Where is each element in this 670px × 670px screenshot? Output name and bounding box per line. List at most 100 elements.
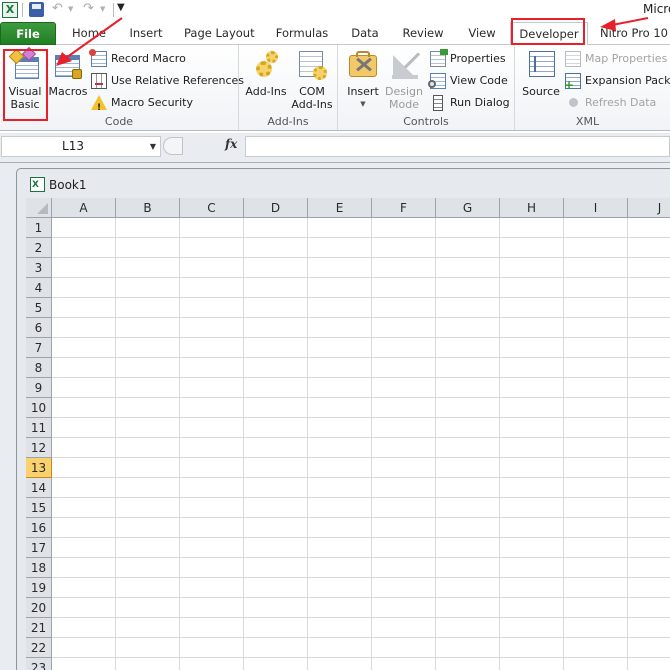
column-header-a[interactable]: A xyxy=(52,198,116,218)
row-header-12[interactable]: 12 xyxy=(26,438,52,458)
map-properties-button[interactable]: Map Properties xyxy=(565,49,667,69)
column-header-f[interactable]: F xyxy=(372,198,436,218)
ribbon-panel: Visual Basic Macros Record Macro Use Rel… xyxy=(0,45,670,131)
tab-view[interactable]: View xyxy=(465,22,499,45)
tab-nitro-pro[interactable]: Nitro Pro 10 xyxy=(598,22,670,45)
redo-icon[interactable]: ↷ xyxy=(83,1,94,16)
use-relative-references-button[interactable]: Use Relative References xyxy=(91,71,244,91)
design-mode-icon xyxy=(388,49,421,81)
expansion-packs-button[interactable]: + Expansion Packs xyxy=(564,71,670,91)
group-add-ins: Add-Ins COM Add-Ins Add-Ins xyxy=(239,45,338,130)
macro-security-button[interactable]: ! Macro Security xyxy=(91,93,193,113)
redo-dropdown-icon[interactable]: ▼ xyxy=(100,5,105,13)
gridline xyxy=(52,637,670,638)
select-all-button[interactable] xyxy=(26,198,52,218)
tab-insert[interactable]: Insert xyxy=(126,22,166,45)
row-header-3[interactable]: 3 xyxy=(26,258,52,278)
gridline xyxy=(52,437,670,438)
properties-icon xyxy=(430,49,448,67)
design-mode-button[interactable]: Design Mode xyxy=(384,49,424,111)
insert-control-button[interactable]: Insert ▼ xyxy=(344,49,382,111)
gridline xyxy=(243,218,244,670)
visual-basic-button[interactable]: Visual Basic xyxy=(4,46,46,111)
row-header-17[interactable]: 17 xyxy=(26,538,52,558)
excel-logo-icon[interactable]: X xyxy=(2,2,18,18)
column-header-h[interactable]: H xyxy=(500,198,564,218)
row-header-4[interactable]: 4 xyxy=(26,278,52,298)
formula-input[interactable] xyxy=(245,136,670,157)
row-header-2[interactable]: 2 xyxy=(26,238,52,258)
column-header-i[interactable]: I xyxy=(564,198,628,218)
record-macro-icon xyxy=(89,49,107,67)
tab-page-layout[interactable]: Page Layout xyxy=(184,22,255,45)
row-header-5[interactable]: 5 xyxy=(26,298,52,318)
row-header-7[interactable]: 7 xyxy=(26,338,52,358)
expand-handle[interactable] xyxy=(163,137,183,155)
row-header-23[interactable]: 23 xyxy=(26,658,52,670)
refresh-data-button[interactable]: Refresh Data xyxy=(565,93,656,113)
column-header-d[interactable]: D xyxy=(244,198,308,218)
window-title: Micro xyxy=(643,2,670,16)
tab-data[interactable]: Data xyxy=(348,22,382,45)
gridline xyxy=(52,537,670,538)
row-header-1[interactable]: 1 xyxy=(26,218,52,238)
insert-dropdown-icon: ▼ xyxy=(360,100,366,108)
gridline xyxy=(52,657,670,658)
insert-function-icon[interactable]: fx xyxy=(225,137,237,151)
gridline xyxy=(52,237,670,238)
gridline xyxy=(499,218,500,670)
group-label-xml: XML xyxy=(575,115,600,128)
group-code: Visual Basic Macros Record Macro Use Rel… xyxy=(0,45,244,130)
column-header-b[interactable]: B xyxy=(116,198,180,218)
tab-home[interactable]: Home xyxy=(70,22,108,45)
row-header-16[interactable]: 16 xyxy=(26,518,52,538)
add-ins-button[interactable]: Add-Ins xyxy=(245,49,287,98)
source-button[interactable]: Source xyxy=(521,49,561,98)
row-header-10[interactable]: 10 xyxy=(26,398,52,418)
record-macro-button[interactable]: Record Macro xyxy=(89,49,186,69)
customize-qat-icon[interactable]: ▼ xyxy=(117,2,125,13)
macros-icon xyxy=(52,49,84,81)
row-header-15[interactable]: 15 xyxy=(26,498,52,518)
macros-button[interactable]: Macros xyxy=(48,49,88,98)
row-header-19[interactable]: 19 xyxy=(26,578,52,598)
gridline xyxy=(52,337,670,338)
relative-references-icon xyxy=(91,73,107,89)
undo-dropdown-icon[interactable]: ▼ xyxy=(68,5,73,13)
properties-button[interactable]: Properties xyxy=(430,49,506,69)
column-header-c[interactable]: C xyxy=(180,198,244,218)
name-box-dropdown-icon[interactable]: ▼ xyxy=(150,137,156,156)
undo-icon[interactable]: ↶ xyxy=(52,1,63,16)
row-header-9[interactable]: 9 xyxy=(26,378,52,398)
column-header-g[interactable]: G xyxy=(436,198,500,218)
run-dialog-button[interactable]: Run Dialog xyxy=(430,93,510,113)
row-header-11[interactable]: 11 xyxy=(26,418,52,438)
view-code-button[interactable]: View Code xyxy=(428,71,508,91)
com-add-ins-button[interactable]: COM Add-Ins xyxy=(291,49,333,111)
tab-file[interactable]: File xyxy=(0,22,56,45)
group-xml: Source Map Properties + Expansion Packs … xyxy=(515,45,670,130)
save-icon[interactable] xyxy=(29,2,44,17)
row-header-13[interactable]: 13 xyxy=(26,458,52,478)
tab-formulas[interactable]: Formulas xyxy=(273,22,331,45)
gridline xyxy=(52,477,670,478)
row-header-6[interactable]: 6 xyxy=(26,318,52,338)
spreadsheet-grid[interactable]: A B C D E F G H I J 1 2 3 4 5 6 7 8 9 10 11 12 13 14 15 16 17 18 19 2… xyxy=(26,198,670,670)
row-header-8[interactable]: 8 xyxy=(26,358,52,378)
group-label-code: Code xyxy=(104,115,134,128)
row-header-14[interactable]: 14 xyxy=(26,478,52,498)
gridline xyxy=(52,577,670,578)
column-header-j[interactable]: J xyxy=(628,198,670,218)
gridline xyxy=(52,497,670,498)
row-header-21[interactable]: 21 xyxy=(26,618,52,638)
row-header-22[interactable]: 22 xyxy=(26,638,52,658)
tab-review[interactable]: Review xyxy=(400,22,446,45)
tab-developer[interactable]: Developer xyxy=(510,22,588,46)
name-box[interactable]: L13 ▼ xyxy=(1,136,161,157)
column-header-e[interactable]: E xyxy=(308,198,372,218)
gridline xyxy=(371,218,372,670)
gridline xyxy=(52,457,670,458)
row-header-20[interactable]: 20 xyxy=(26,598,52,618)
row-header-18[interactable]: 18 xyxy=(26,558,52,578)
gridline xyxy=(52,357,670,358)
